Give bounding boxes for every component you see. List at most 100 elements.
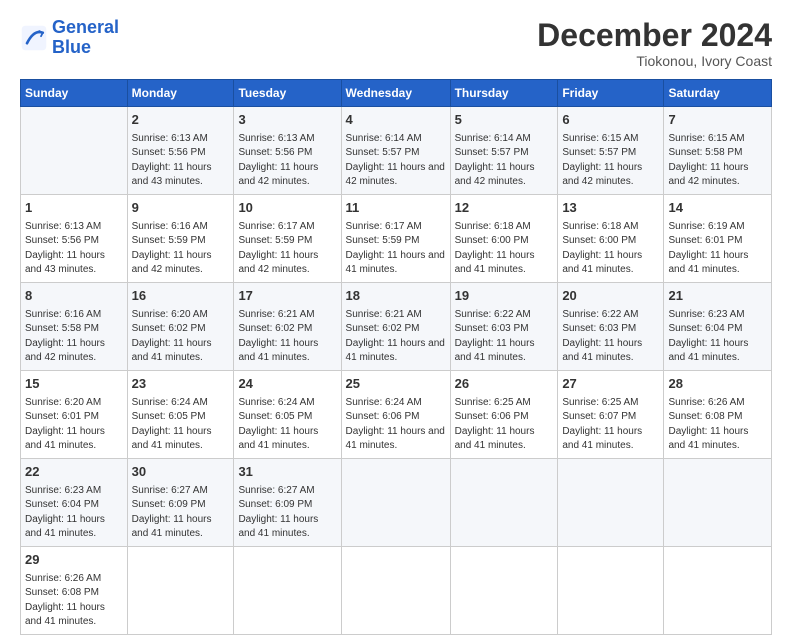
calendar-cell — [558, 547, 664, 635]
calendar-cell — [341, 547, 450, 635]
calendar-cell: 24 Sunrise: 6:24 AMSunset: 6:05 PMDaylig… — [234, 371, 341, 459]
header-saturday: Saturday — [664, 80, 772, 107]
day-info: Sunrise: 6:22 AMSunset: 6:03 PMDaylight:… — [455, 309, 535, 364]
day-number: 21 — [668, 287, 767, 305]
header: General Blue December 2024 Tiokonou, Ivo… — [20, 18, 772, 69]
day-number: 30 — [132, 463, 230, 481]
calendar-week-row: 22 Sunrise: 6:23 AMSunset: 6:04 PMDaylig… — [21, 459, 772, 547]
day-info: Sunrise: 6:23 AMSunset: 6:04 PMDaylight:… — [668, 309, 748, 364]
day-info: Sunrise: 6:25 AMSunset: 6:07 PMDaylight:… — [562, 397, 642, 452]
calendar-cell: 31 Sunrise: 6:27 AMSunset: 6:09 PMDaylig… — [234, 459, 341, 547]
day-info: Sunrise: 6:22 AMSunset: 6:03 PMDaylight:… — [562, 309, 642, 364]
calendar-cell: 29 Sunrise: 6:26 AMSunset: 6:08 PMDaylig… — [21, 547, 128, 635]
day-number: 1 — [25, 199, 123, 217]
day-number: 18 — [346, 287, 446, 305]
day-number: 17 — [238, 287, 336, 305]
logo-blue: Blue — [52, 37, 91, 57]
header-thursday: Thursday — [450, 80, 558, 107]
calendar-cell: 6 Sunrise: 6:15 AMSunset: 5:57 PMDayligh… — [558, 107, 664, 195]
calendar-cell: 11 Sunrise: 6:17 AMSunset: 5:59 PMDaylig… — [341, 195, 450, 283]
day-info: Sunrise: 6:13 AMSunset: 5:56 PMDaylight:… — [238, 133, 318, 188]
day-number: 8 — [25, 287, 123, 305]
calendar-cell: 14 Sunrise: 6:19 AMSunset: 6:01 PMDaylig… — [664, 195, 772, 283]
day-number: 13 — [562, 199, 659, 217]
day-info: Sunrise: 6:21 AMSunset: 6:02 PMDaylight:… — [238, 309, 318, 364]
day-info: Sunrise: 6:18 AMSunset: 6:00 PMDaylight:… — [562, 221, 642, 276]
logo-general: General — [52, 17, 119, 37]
day-number: 7 — [668, 111, 767, 129]
day-number: 29 — [25, 551, 123, 569]
day-info: Sunrise: 6:27 AMSunset: 6:09 PMDaylight:… — [238, 485, 318, 540]
day-info: Sunrise: 6:16 AMSunset: 5:58 PMDaylight:… — [25, 309, 105, 364]
day-info: Sunrise: 6:26 AMSunset: 6:08 PMDaylight:… — [25, 573, 105, 628]
calendar-week-row: 29 Sunrise: 6:26 AMSunset: 6:08 PMDaylig… — [21, 547, 772, 635]
calendar-cell: 18 Sunrise: 6:21 AMSunset: 6:02 PMDaylig… — [341, 283, 450, 371]
calendar-week-row: 8 Sunrise: 6:16 AMSunset: 5:58 PMDayligh… — [21, 283, 772, 371]
calendar-cell: 16 Sunrise: 6:20 AMSunset: 6:02 PMDaylig… — [127, 283, 234, 371]
day-info: Sunrise: 6:23 AMSunset: 6:04 PMDaylight:… — [25, 485, 105, 540]
day-number: 20 — [562, 287, 659, 305]
calendar-cell: 15 Sunrise: 6:20 AMSunset: 6:01 PMDaylig… — [21, 371, 128, 459]
day-info: Sunrise: 6:18 AMSunset: 6:00 PMDaylight:… — [455, 221, 535, 276]
day-info: Sunrise: 6:24 AMSunset: 6:05 PMDaylight:… — [132, 397, 212, 452]
calendar-cell: 19 Sunrise: 6:22 AMSunset: 6:03 PMDaylig… — [450, 283, 558, 371]
day-info: Sunrise: 6:21 AMSunset: 6:02 PMDaylight:… — [346, 309, 445, 364]
day-number: 4 — [346, 111, 446, 129]
calendar-cell: 2 Sunrise: 6:13 AMSunset: 5:56 PMDayligh… — [127, 107, 234, 195]
day-number: 24 — [238, 375, 336, 393]
calendar-cell: 17 Sunrise: 6:21 AMSunset: 6:02 PMDaylig… — [234, 283, 341, 371]
day-info: Sunrise: 6:16 AMSunset: 5:59 PMDaylight:… — [132, 221, 212, 276]
header-tuesday: Tuesday — [234, 80, 341, 107]
calendar-cell: 22 Sunrise: 6:23 AMSunset: 6:04 PMDaylig… — [21, 459, 128, 547]
calendar-cell: 21 Sunrise: 6:23 AMSunset: 6:04 PMDaylig… — [664, 283, 772, 371]
logo: General Blue — [20, 18, 119, 58]
calendar-cell — [558, 459, 664, 547]
calendar-cell — [127, 547, 234, 635]
calendar-cell: 3 Sunrise: 6:13 AMSunset: 5:56 PMDayligh… — [234, 107, 341, 195]
header-monday: Monday — [127, 80, 234, 107]
day-number: 27 — [562, 375, 659, 393]
day-info: Sunrise: 6:24 AMSunset: 6:06 PMDaylight:… — [346, 397, 445, 452]
logo-text: General Blue — [52, 18, 119, 58]
day-info: Sunrise: 6:26 AMSunset: 6:08 PMDaylight:… — [668, 397, 748, 452]
day-info: Sunrise: 6:17 AMSunset: 5:59 PMDaylight:… — [346, 221, 445, 276]
day-info: Sunrise: 6:19 AMSunset: 6:01 PMDaylight:… — [668, 221, 748, 276]
day-number: 23 — [132, 375, 230, 393]
header-friday: Friday — [558, 80, 664, 107]
calendar-cell: 1 Sunrise: 6:13 AMSunset: 5:56 PMDayligh… — [21, 195, 128, 283]
day-info: Sunrise: 6:20 AMSunset: 6:01 PMDaylight:… — [25, 397, 105, 452]
day-info: Sunrise: 6:15 AMSunset: 5:57 PMDaylight:… — [562, 133, 642, 188]
day-info: Sunrise: 6:20 AMSunset: 6:02 PMDaylight:… — [132, 309, 212, 364]
header-sunday: Sunday — [21, 80, 128, 107]
day-number: 26 — [455, 375, 554, 393]
day-number: 12 — [455, 199, 554, 217]
day-number: 16 — [132, 287, 230, 305]
day-info: Sunrise: 6:24 AMSunset: 6:05 PMDaylight:… — [238, 397, 318, 452]
calendar-cell: 26 Sunrise: 6:25 AMSunset: 6:06 PMDaylig… — [450, 371, 558, 459]
calendar-cell: 12 Sunrise: 6:18 AMSunset: 6:00 PMDaylig… — [450, 195, 558, 283]
day-info: Sunrise: 6:14 AMSunset: 5:57 PMDaylight:… — [455, 133, 535, 188]
calendar-week-row: 2 Sunrise: 6:13 AMSunset: 5:56 PMDayligh… — [21, 107, 772, 195]
day-info: Sunrise: 6:15 AMSunset: 5:58 PMDaylight:… — [668, 133, 748, 188]
day-number: 14 — [668, 199, 767, 217]
day-number: 5 — [455, 111, 554, 129]
calendar-cell: 9 Sunrise: 6:16 AMSunset: 5:59 PMDayligh… — [127, 195, 234, 283]
calendar-cell: 20 Sunrise: 6:22 AMSunset: 6:03 PMDaylig… — [558, 283, 664, 371]
calendar-cell — [341, 459, 450, 547]
day-number: 3 — [238, 111, 336, 129]
day-number: 22 — [25, 463, 123, 481]
day-number: 2 — [132, 111, 230, 129]
calendar-cell: 25 Sunrise: 6:24 AMSunset: 6:06 PMDaylig… — [341, 371, 450, 459]
day-info: Sunrise: 6:14 AMSunset: 5:57 PMDaylight:… — [346, 133, 445, 188]
calendar-cell: 30 Sunrise: 6:27 AMSunset: 6:09 PMDaylig… — [127, 459, 234, 547]
title-area: December 2024 Tiokonou, Ivory Coast — [537, 18, 772, 69]
day-info: Sunrise: 6:27 AMSunset: 6:09 PMDaylight:… — [132, 485, 212, 540]
calendar-table: Sunday Monday Tuesday Wednesday Thursday… — [20, 79, 772, 635]
calendar-week-row: 15 Sunrise: 6:20 AMSunset: 6:01 PMDaylig… — [21, 371, 772, 459]
day-info: Sunrise: 6:25 AMSunset: 6:06 PMDaylight:… — [455, 397, 535, 452]
calendar-cell — [21, 107, 128, 195]
day-info: Sunrise: 6:13 AMSunset: 5:56 PMDaylight:… — [132, 133, 212, 188]
subtitle: Tiokonou, Ivory Coast — [537, 53, 772, 69]
calendar-cell: 27 Sunrise: 6:25 AMSunset: 6:07 PMDaylig… — [558, 371, 664, 459]
day-number: 19 — [455, 287, 554, 305]
